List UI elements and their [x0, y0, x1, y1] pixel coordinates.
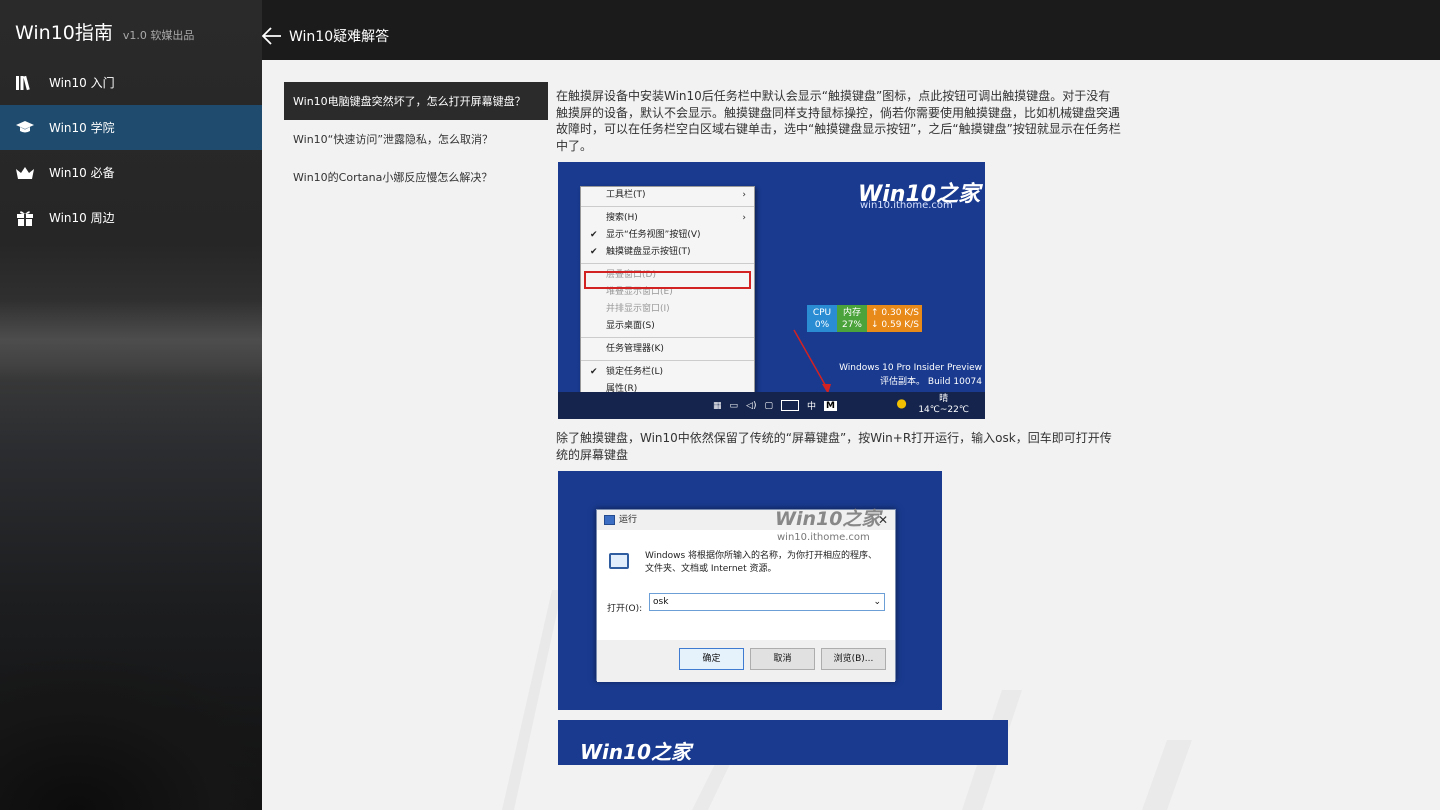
- run-command-input: osk ⌄: [649, 593, 885, 611]
- ime-indicator: M: [824, 400, 837, 411]
- volume-icon: ◁): [746, 400, 757, 411]
- ok-button: 确定: [679, 648, 744, 670]
- question-item[interactable]: Win10的Cortana小娜反应慢怎么解决？: [284, 158, 548, 196]
- question-item[interactable]: Win10“快速访问”泄露隐私，怎么取消？: [284, 120, 548, 158]
- taskbar: ▦ ▭ ◁) ▢ 中 M ● 晴 14℃~22℃: [558, 392, 985, 419]
- content-area: Win10电脑键盘突然坏了，怎么打开屏幕键盘？ Win10“快速访问”泄露隐私，…: [262, 60, 1440, 810]
- library-icon: [16, 74, 34, 92]
- question-list: Win10电脑键盘突然坏了，怎么打开屏幕键盘？ Win10“快速访问”泄露隐私，…: [284, 82, 548, 196]
- run-icon: [604, 515, 615, 525]
- page-title: Win10疑难解答: [289, 29, 390, 45]
- run-dialog-titlebar: 运行 Win10之家 ✕: [597, 508, 895, 530]
- open-label: 打开(O):: [607, 604, 643, 614]
- run-dialog: 运行 Win10之家 ✕ win10.ithome.com Windows 将根…: [596, 508, 896, 682]
- sidebar-item-label: Win10 必备: [49, 166, 115, 180]
- run-dialog-buttons: 确定 取消 浏览(B)...: [597, 640, 895, 682]
- language-indicator: 中: [806, 402, 816, 412]
- weather-widget: ● 晴 14℃~22℃: [896, 394, 969, 415]
- article-paragraph: 除了触摸键盘，Win10中依然保留了传统的“屏幕键盘”，按Win+R打开运行，输…: [556, 431, 1112, 462]
- run-description: Windows 将根据你所输入的名称，为你打开相应的程序、文件夹、文档或 Int…: [645, 551, 878, 574]
- monitor-icon: ▭: [729, 400, 739, 411]
- sidebar-item-intro[interactable]: Win10 入门: [0, 60, 262, 105]
- keyboard-icon: [780, 400, 799, 411]
- crown-icon: [16, 164, 34, 182]
- back-arrow-icon[interactable]: [262, 26, 282, 46]
- sidebar-item-essentials[interactable]: Win10 必备: [0, 150, 262, 195]
- cancel-button: 取消: [750, 648, 815, 670]
- browse-button: 浏览(B)...: [821, 648, 886, 670]
- watermark-url: win10.ithome.com: [777, 532, 870, 543]
- run-dialog-body: win10.ithome.com Windows 将根据你所输入的名称，为你打开…: [597, 530, 895, 682]
- watermark-logo: Win10之家: [775, 508, 881, 530]
- sun-icon: ●: [896, 396, 907, 410]
- article-screenshot-run-dialog: 运行 Win10之家 ✕ win10.ithome.com Windows 将根…: [558, 471, 942, 710]
- run-program-icon: [609, 553, 629, 569]
- article-screenshot-taskbar: Win10之家 win10.ithome.com 工具栏(T) › 搜索(H) › …: [558, 162, 985, 419]
- article-paragraph: 在触摸屏设备中安装Win10后任务栏中默认会显示“触摸键盘”图标，点此按钮可调出…: [556, 89, 1121, 153]
- sidebar-nav: Win10 入门 Win10 学院 Win10 必备 Win10 周边: [0, 60, 262, 240]
- article-screenshot-partial: Win10之家: [558, 720, 1008, 765]
- sidebar-background-rock: [0, 650, 262, 810]
- article: 在触摸屏设备中安装Win10后任务栏中默认会显示“触摸键盘”图标，点此按钮可调出…: [556, 88, 1122, 154]
- sidebar-item-label: Win10 周边: [49, 211, 115, 225]
- app-version: v1.0 软媒出品: [122, 29, 195, 42]
- question-item[interactable]: Win10电脑键盘突然坏了，怎么打开屏幕键盘？: [284, 82, 548, 120]
- windows-build-info: Windows 10 Pro Insider Preview 评估副本。 Bui…: [839, 363, 982, 387]
- app-title: Win10指南: [15, 22, 113, 44]
- chevron-down-icon: ⌄: [873, 597, 881, 607]
- brand: Win10指南 v1.0 软媒出品: [15, 18, 194, 48]
- message-icon: ▢: [764, 400, 773, 411]
- sidebar-item-academy[interactable]: Win10 学院: [0, 105, 262, 150]
- network-icon: ▦: [713, 400, 722, 411]
- watermark-logo: Win10之家: [580, 740, 691, 764]
- app-window: Win10指南 v1.0 软媒出品 Win10 入门 Win10 学院 Win1…: [0, 0, 1440, 810]
- sidebar-item-peripherals[interactable]: Win10 周边: [0, 195, 262, 240]
- sidebar: Win10指南 v1.0 软媒出品 Win10 入门 Win10 学院 Win1…: [0, 0, 262, 810]
- sidebar-item-label: Win10 入门: [49, 76, 115, 90]
- header-bar: Win10疑难解答: [262, 0, 1440, 60]
- close-icon: ✕: [877, 513, 888, 527]
- graduation-cap-icon: [16, 119, 34, 137]
- gift-icon: [16, 209, 34, 227]
- sidebar-item-label: Win10 学院: [49, 121, 115, 135]
- tray-icons: ▦ ▭ ◁) ▢ 中 M: [713, 399, 837, 412]
